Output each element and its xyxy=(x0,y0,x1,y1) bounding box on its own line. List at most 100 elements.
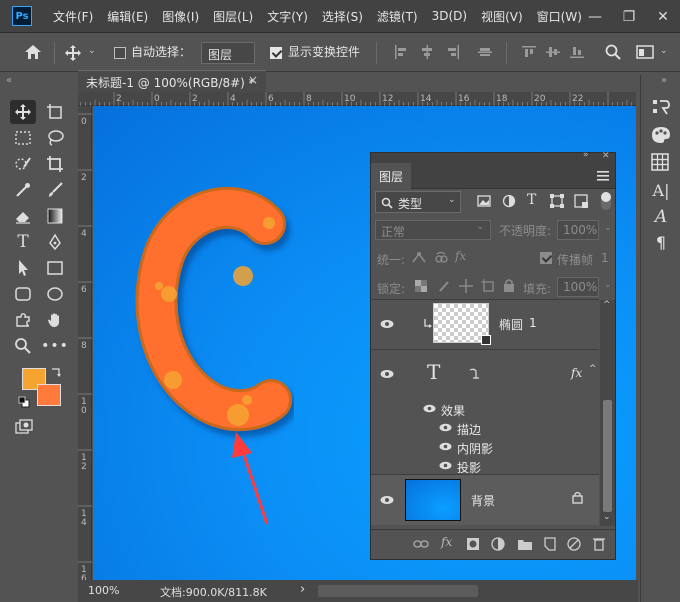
add-mask-icon[interactable] xyxy=(466,537,480,551)
dock-collapse-icon[interactable]: » xyxy=(661,75,667,86)
align-vcenter-icon[interactable] xyxy=(478,45,492,59)
panel-collapse-icon[interactable]: » xyxy=(583,150,589,160)
unify-style-icon[interactable]: fx xyxy=(455,249,466,263)
effect-inner-shadow[interactable]: 内阴影 xyxy=(457,440,493,457)
horizontal-scrollbar[interactable] xyxy=(318,585,478,597)
filter-type-icon[interactable]: T xyxy=(527,192,536,208)
workspace-chevron-icon[interactable]: ⌄ xyxy=(660,46,668,56)
zoom-level[interactable]: 100% xyxy=(88,584,119,597)
filter-shape-icon[interactable] xyxy=(550,194,564,208)
brush-tool[interactable] xyxy=(42,178,68,202)
more-tools-button[interactable]: ••• xyxy=(41,334,68,358)
align-top-icon[interactable] xyxy=(522,45,536,59)
opacity-chevron-icon[interactable]: ⌄ xyxy=(604,223,612,233)
type-tool[interactable]: T xyxy=(10,230,36,254)
move-tool[interactable] xyxy=(10,100,36,124)
menu-image[interactable]: 图像(I) xyxy=(155,8,206,25)
chevron-down-icon[interactable]: ⌄ xyxy=(88,46,96,56)
propagate-frame-checkbox[interactable] xyxy=(540,252,552,264)
minimize-button[interactable]: — xyxy=(578,9,612,25)
menu-3d[interactable]: 3D(D) xyxy=(425,9,474,23)
delete-layer-icon[interactable] xyxy=(593,537,605,551)
auto-select-target-dropdown[interactable]: 图层 xyxy=(201,42,255,64)
move-tool-icon[interactable] xyxy=(64,44,82,62)
lock-all-icon[interactable] xyxy=(503,278,515,292)
hand-tool[interactable] xyxy=(42,308,68,332)
paragraph-icon[interactable]: ¶ xyxy=(650,233,672,255)
fill-chevron-icon[interactable]: ⌄ xyxy=(604,280,612,290)
restore-button[interactable]: ❐ xyxy=(612,9,646,25)
menu-type[interactable]: 文字(Y) xyxy=(260,8,315,25)
background-color-swatch[interactable] xyxy=(37,384,61,406)
gradient-tool[interactable] xyxy=(42,204,68,228)
marquee-tool[interactable] xyxy=(10,126,36,150)
workspace-icon[interactable] xyxy=(636,45,654,59)
lock-position-icon[interactable] xyxy=(459,279,473,293)
pen-tool[interactable] xyxy=(42,230,68,254)
scroll-up-icon[interactable]: ^ xyxy=(603,300,611,310)
close-document-icon[interactable]: × xyxy=(248,73,258,87)
fill-input[interactable]: 100% xyxy=(557,277,599,297)
zoom-tool[interactable] xyxy=(10,334,36,358)
scroll-down-icon[interactable]: ⌄ xyxy=(603,512,611,522)
menu-edit[interactable]: 编辑(E) xyxy=(100,8,155,25)
align-right-icon[interactable] xyxy=(446,45,460,59)
unify-visibility-icon[interactable] xyxy=(433,250,449,264)
align-hcenter-icon[interactable] xyxy=(420,45,434,59)
layer-row-background[interactable]: 背景 xyxy=(371,475,599,525)
layer-row-text[interactable]: T fx ^ xyxy=(371,350,599,398)
auto-select-checkbox[interactable] xyxy=(114,47,126,59)
menu-file[interactable]: 文件(F) xyxy=(46,8,100,25)
menu-view[interactable]: 视图(V) xyxy=(474,8,530,25)
menu-layer[interactable]: 图层(L) xyxy=(206,8,260,25)
layer-row-ellipse[interactable]: 椭圆 1 xyxy=(371,300,599,348)
unify-position-icon[interactable] xyxy=(411,250,427,264)
show-transform-checkbox[interactable] xyxy=(270,47,282,59)
layer-fx-badge[interactable]: fx xyxy=(571,366,582,380)
align-middle-icon[interactable] xyxy=(546,45,560,59)
effect-stroke-eye-icon[interactable] xyxy=(439,423,452,432)
visibility-eye-icon[interactable] xyxy=(380,495,394,505)
document-tab[interactable]: 未标题-1 @ 100%(RGB/8#) * × xyxy=(78,70,266,92)
eyedropper-tool[interactable] xyxy=(10,178,36,202)
new-adjustment-icon[interactable] xyxy=(491,537,505,551)
layers-scrollbar[interactable]: ^ ⌄ xyxy=(600,300,615,526)
panel-close-icon[interactable]: ✕ xyxy=(602,151,610,161)
close-window-button[interactable]: ✕ xyxy=(646,9,680,25)
align-left-icon[interactable] xyxy=(394,45,408,59)
filter-pixel-icon[interactable] xyxy=(477,195,491,207)
panel-menu-icon[interactable] xyxy=(597,171,609,181)
tab-layers[interactable]: 图层 xyxy=(371,163,412,189)
filter-adjustment-icon[interactable] xyxy=(502,194,516,208)
rectangle-tool[interactable] xyxy=(42,256,68,280)
align-bottom-icon[interactable] xyxy=(570,45,584,59)
eraser-tool[interactable] xyxy=(10,204,36,228)
effect-inner-shadow-eye-icon[interactable] xyxy=(439,442,452,451)
artboard-tool[interactable] xyxy=(42,100,68,124)
custom-shape-tool[interactable] xyxy=(10,308,36,332)
opacity-input[interactable]: 100% xyxy=(557,220,599,240)
filter-kind-dropdown[interactable]: 类型 ⌄ xyxy=(375,191,461,213)
lock-transparent-icon[interactable] xyxy=(415,280,427,292)
new-group-icon[interactable] xyxy=(517,537,533,551)
effect-stroke[interactable]: 描边 xyxy=(457,421,481,438)
glyphs-icon[interactable]: A xyxy=(650,207,672,229)
effect-drop-shadow-eye-icon[interactable] xyxy=(439,461,452,470)
fx-expand-chevron-icon[interactable]: ^ xyxy=(589,364,597,374)
quick-select-tool[interactable] xyxy=(10,152,36,176)
character-panel-icon[interactable]: A| xyxy=(650,181,672,203)
blend-mode-dropdown[interactable]: 正常 ⌄ xyxy=(375,220,491,240)
layer-adjust-icon[interactable] xyxy=(567,537,581,551)
default-colors-icon[interactable] xyxy=(18,396,30,408)
tools-collapse-icon[interactable]: « xyxy=(6,75,70,87)
quick-mask-icon[interactable] xyxy=(14,418,34,436)
add-style-icon[interactable]: fx xyxy=(441,535,452,549)
lock-pixels-icon[interactable] xyxy=(437,279,451,293)
ellipse-tool[interactable] xyxy=(42,282,68,306)
crop-tool[interactable] xyxy=(42,152,68,176)
scrollbar-thumb[interactable] xyxy=(603,400,612,512)
background-lock-icon[interactable] xyxy=(572,491,583,504)
visibility-eye-icon[interactable] xyxy=(380,319,394,329)
lock-artboard-icon[interactable] xyxy=(481,279,495,293)
color-palette-icon[interactable] xyxy=(650,125,672,145)
